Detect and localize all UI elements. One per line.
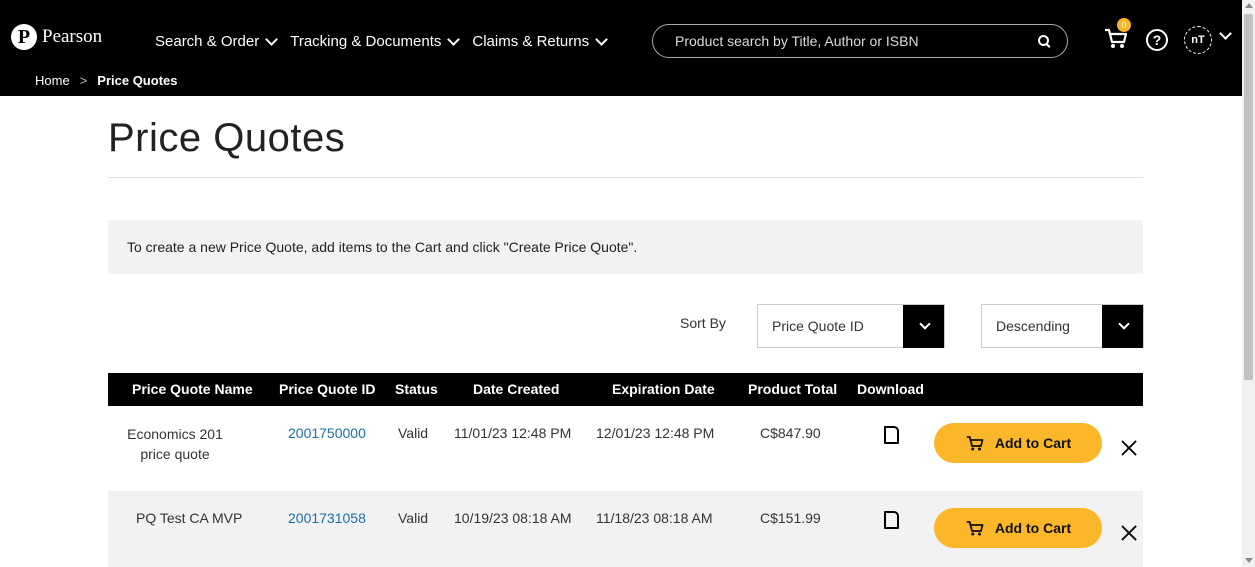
pearson-logo-icon: P [11, 24, 37, 50]
cart-icon [966, 436, 984, 451]
table-row: PQ Test CA MVP 2001731058 Valid 10/19/23… [108, 491, 1143, 567]
date-created: 11/01/23 12:48 PM [454, 425, 572, 441]
nav-tracking-documents[interactable]: Tracking & Documents [290, 32, 461, 50]
sort-order-value: Descending [996, 318, 1070, 334]
chevron-down-icon [1118, 317, 1130, 330]
chevron-down-icon [447, 32, 461, 46]
chevron-down-icon[interactable] [1219, 27, 1232, 40]
close-icon[interactable] [1121, 440, 1137, 456]
cart-icon [966, 521, 984, 536]
page-title: Price Quotes [108, 116, 346, 160]
quote-status: Valid [398, 425, 429, 441]
breadcrumb-separator: > [79, 73, 88, 88]
chevron-down-icon [595, 32, 608, 46]
info-banner: To create a new Price Quote, add items t… [108, 220, 1143, 274]
scroll-up-icon[interactable] [1245, 3, 1253, 8]
breadcrumb-current: Price Quotes [97, 73, 178, 88]
page-scrollbar[interactable] [1242, 0, 1255, 567]
date-created: 10/19/23 08:18 AM [454, 510, 572, 526]
quote-status: Valid [398, 510, 429, 526]
sort-field-value: Price Quote ID [772, 318, 864, 334]
document-icon[interactable] [884, 511, 899, 529]
search-bar [652, 24, 1068, 58]
chevron-down-icon [265, 32, 279, 46]
expiration-date: 12/01/23 12:48 PM [596, 425, 715, 441]
nav-label: Claims & Returns [472, 33, 590, 50]
nav-label: Tracking & Documents [290, 33, 442, 50]
top-navigation-bar: P Pearson Search & Order Tracking & Docu… [0, 0, 1242, 96]
sort-by-label: Sort By [680, 315, 726, 331]
quote-name: Economics 201 price quote [127, 426, 223, 462]
sort-field-dropdown-button[interactable] [903, 304, 944, 348]
nav-claims-returns[interactable]: Claims & Returns [472, 32, 608, 50]
add-to-cart-label: Add to Cart [994, 520, 1072, 536]
close-icon[interactable] [1121, 525, 1137, 541]
column-header-status: Status [395, 381, 438, 397]
expiration-date: 11/18/23 08:18 AM [596, 510, 713, 526]
search-icon[interactable] [1037, 34, 1051, 48]
add-to-cart-button[interactable]: Add to Cart [934, 508, 1102, 548]
quote-name: PQ Test CA MVP [136, 510, 243, 526]
pearson-logo[interactable]: P Pearson [11, 24, 102, 50]
add-to-cart-label: Add to Cart [994, 435, 1072, 451]
scroll-down-icon[interactable] [1245, 558, 1253, 563]
column-header-id: Price Quote ID [279, 381, 376, 397]
sort-field-select[interactable]: Price Quote ID [757, 304, 945, 348]
table-header: Price Quote Name Price Quote ID Status D… [108, 373, 1143, 406]
quote-id-link[interactable]: 2001731058 [288, 510, 366, 526]
nav-label: Search & Order [155, 33, 260, 50]
help-icon[interactable]: ? [1146, 29, 1168, 51]
nav-search-order[interactable]: Search & Order [155, 32, 279, 50]
main-nav: Search & Order Tracking & Documents Clai… [155, 32, 608, 50]
product-total: C$151.99 [760, 510, 821, 526]
breadcrumb-home[interactable]: Home [35, 73, 70, 88]
column-header-date-created: Date Created [473, 381, 560, 397]
column-header-product-total: Product Total [748, 381, 838, 397]
product-total: C$847.90 [760, 425, 821, 441]
title-divider [108, 177, 1143, 178]
search-input[interactable] [675, 33, 1037, 49]
quote-id-link[interactable]: 2001750000 [288, 425, 366, 441]
avatar[interactable]: nT [1184, 26, 1212, 54]
scrollbar-thumb[interactable] [1244, 14, 1253, 380]
cart-button[interactable]: 0 [1103, 18, 1131, 54]
cart-count-badge: 0 [1117, 18, 1131, 32]
column-header-expiration-date: Expiration Date [612, 381, 715, 397]
chevron-down-icon [919, 317, 931, 330]
column-header-download: Download [857, 381, 924, 397]
document-icon[interactable] [884, 426, 899, 444]
logo-text: Pearson [42, 26, 103, 47]
sort-order-dropdown-button[interactable] [1102, 304, 1143, 348]
table-row: Economics 201 price quote 2001750000 Val… [108, 406, 1143, 491]
breadcrumb: Home > Price Quotes [35, 73, 177, 88]
add-to-cart-button[interactable]: Add to Cart [934, 423, 1102, 463]
column-header-name: Price Quote Name [132, 381, 253, 397]
sort-order-select[interactable]: Descending [981, 304, 1144, 348]
